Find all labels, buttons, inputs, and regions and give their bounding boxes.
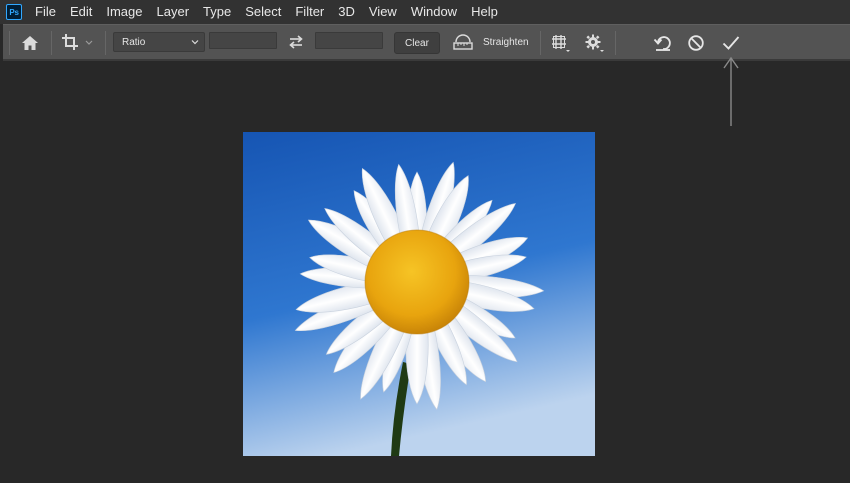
clear-button[interactable]: Clear [394, 32, 440, 54]
menu-edit[interactable]: Edit [63, 0, 99, 24]
cancel-icon[interactable] [685, 32, 707, 54]
separator [615, 31, 616, 55]
menu-type[interactable]: Type [196, 0, 238, 24]
ratio-select[interactable]: Ratio [113, 32, 205, 52]
swap-arrows-icon[interactable] [286, 33, 306, 51]
straighten-icon[interactable] [451, 33, 475, 53]
flower-center [365, 230, 469, 334]
home-icon[interactable] [19, 33, 41, 53]
menu-bar: Ps File Edit Image Layer Type Select Fil… [0, 0, 850, 24]
crop-width-input[interactable] [209, 32, 277, 49]
photoshop-logo-text: Ps [9, 7, 19, 17]
separator [51, 31, 52, 55]
menu-select[interactable]: Select [238, 0, 288, 24]
menu-help[interactable]: Help [464, 0, 505, 24]
separator [9, 31, 10, 55]
crop-icon[interactable] [60, 31, 94, 53]
menu-filter[interactable]: Filter [288, 0, 331, 24]
menu-window[interactable]: Window [404, 0, 464, 24]
menu-file[interactable]: File [28, 0, 63, 24]
menu-view[interactable]: View [362, 0, 404, 24]
separator [540, 31, 541, 55]
straighten-label[interactable]: Straighten [483, 37, 529, 48]
grid-icon[interactable] [549, 32, 571, 54]
menu-3d[interactable]: 3D [331, 0, 362, 24]
photoshop-logo[interactable]: Ps [6, 4, 22, 20]
checkmark-icon[interactable] [719, 32, 743, 54]
ratio-select-value: Ratio [122, 36, 146, 48]
annotation-arrow [721, 56, 741, 133]
separator [105, 31, 106, 55]
gear-icon[interactable] [583, 32, 605, 54]
reset-icon[interactable] [652, 33, 674, 53]
menu-layer[interactable]: Layer [150, 0, 197, 24]
daisy-photo[interactable] [243, 132, 595, 456]
chevron-down-icon [190, 37, 200, 50]
menu-image[interactable]: Image [99, 0, 149, 24]
crop-height-input[interactable] [315, 32, 383, 49]
